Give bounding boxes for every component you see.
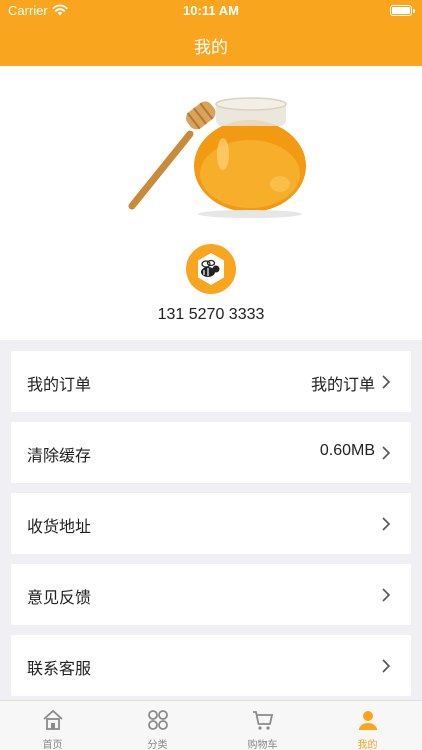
chevron-right-icon: [382, 375, 391, 389]
menu-item-clear-cache[interactable]: 清除缓存 0.60MB: [11, 422, 411, 483]
status-bar: Carrier 10:11 AM: [0, 0, 422, 22]
honey-jar-image: [128, 97, 306, 218]
chevron-right-icon: [382, 446, 391, 460]
tab-label: 首页: [42, 740, 63, 750]
menu-item-feedback[interactable]: 意见反馈: [11, 564, 411, 625]
tab-profile[interactable]: 我的: [315, 701, 420, 750]
menu-item-label: 我的订单: [27, 375, 92, 394]
tab-bar: 首页 分类 购物车 我的: [0, 700, 422, 750]
category-icon: [148, 710, 168, 730]
menu-item-label: 收货地址: [27, 517, 92, 536]
phone-number: 131 5270 3333: [157, 306, 265, 323]
chevron-right-icon: [382, 659, 391, 673]
battery-icon: [390, 5, 415, 16]
menu-item-address[interactable]: 收货地址: [11, 493, 411, 554]
home-icon: [43, 709, 63, 730]
chevron-right-icon: [382, 517, 391, 531]
top-bar: Carrier 10:11 AM 我的: [0, 0, 422, 66]
tab-category[interactable]: 分类: [105, 701, 210, 750]
menu-item-label: 意见反馈: [27, 588, 92, 607]
profile-header: 131 5270 3333: [0, 66, 422, 340]
menu-item-label: 清除缓存: [27, 446, 92, 465]
tab-label: 购物车: [247, 740, 278, 750]
avatar[interactable]: [186, 244, 236, 294]
menu-item-customer-service[interactable]: 联系客服: [11, 635, 411, 696]
tab-label: 分类: [147, 740, 168, 750]
chevron-right-icon: [382, 588, 391, 602]
cart-icon: [253, 711, 274, 730]
bee-logo-icon: [198, 253, 224, 285]
clock: 10:11 AM: [183, 3, 239, 18]
tab-cart[interactable]: 购物车: [210, 701, 315, 750]
menu-item-orders[interactable]: 我的订单 我的订单: [11, 351, 411, 412]
tab-home[interactable]: 首页: [0, 701, 105, 750]
tab-label: 我的: [357, 740, 378, 750]
profile-icon: [359, 711, 377, 730]
menu-item-value: 我的订单: [310, 375, 375, 394]
menu-item-label: 联系客服: [27, 659, 92, 678]
page-title: 我的: [194, 38, 228, 58]
cache-size: 0.60MB: [319, 442, 375, 459]
